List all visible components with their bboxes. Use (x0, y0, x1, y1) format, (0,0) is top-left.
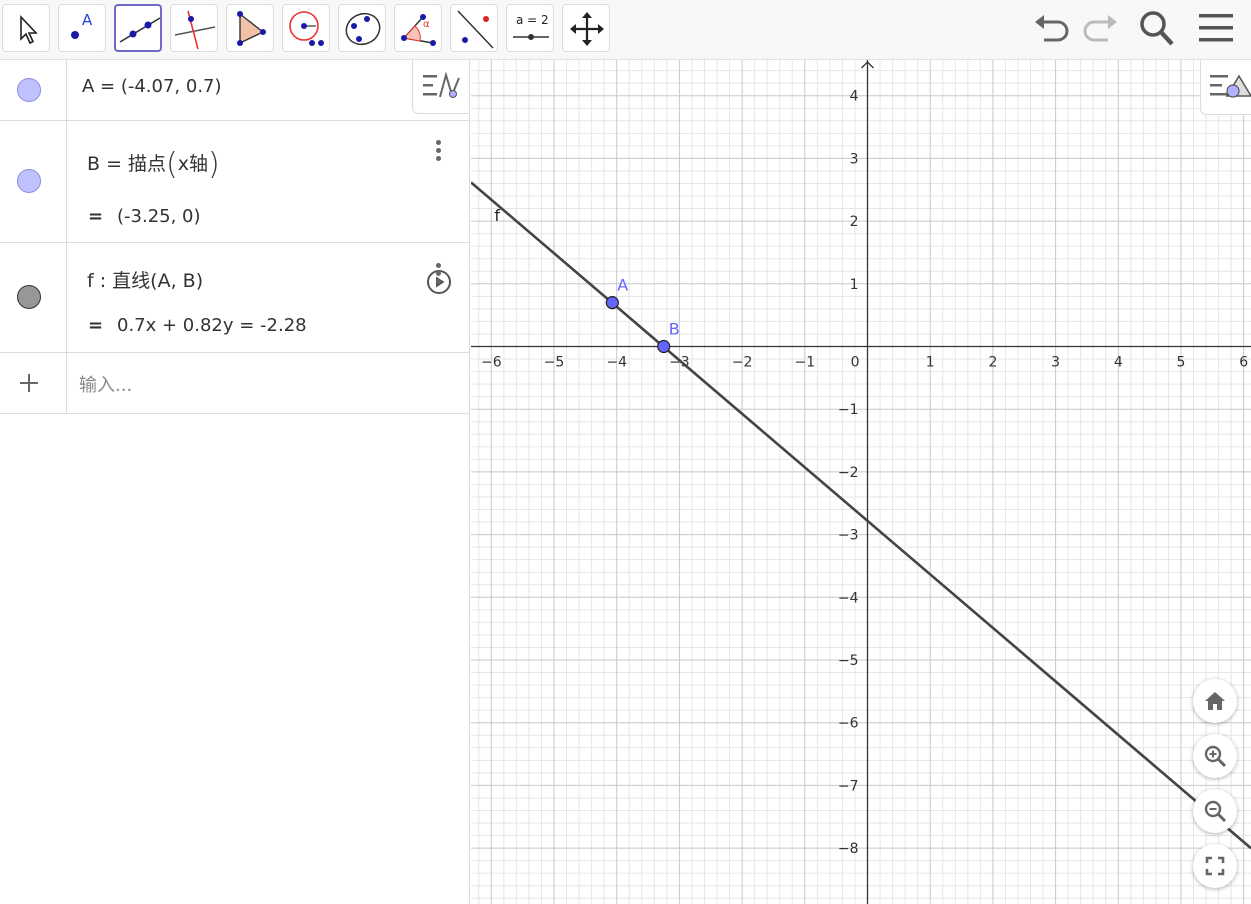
coordinate-plane[interactable]: −6 −5 −4 −3 −2 −1 0 1 2 3 4 5 64321−1−2−3−4−5−6−7−8f… (471, 60, 1251, 904)
point-a (605, 296, 619, 310)
fullscreen-button[interactable] (1193, 844, 1237, 888)
fullscreen-icon (1205, 856, 1225, 876)
algebra-description-toggle[interactable] (412, 60, 470, 114)
reflect-about-line-tool[interactable] (450, 4, 498, 52)
line-f-value: 0.7x + 0.82y = -2.28 (117, 315, 307, 336)
x-tick-label: 6 (1239, 355, 1248, 371)
more-options-icon[interactable] (428, 137, 448, 167)
perpendicular-line-tool[interactable] (170, 4, 218, 52)
style-bar-icon (1210, 74, 1251, 98)
point-b-definition-arg: x轴 (177, 153, 209, 175)
search-icon[interactable] (1136, 8, 1176, 48)
line-through-two-points-icon (119, 17, 161, 43)
y-tick-label: −3 (838, 528, 859, 544)
x-tick-label: 5 (1177, 355, 1186, 371)
point-a-definition[interactable]: A = (-4.07, 0.7) (82, 76, 222, 97)
algebra-input[interactable]: 输入... (79, 371, 132, 397)
visibility-marble[interactable] (17, 78, 41, 102)
angle-icon (401, 14, 436, 46)
point-b-value: (-3.25, 0) (117, 206, 201, 227)
line-f-value-eq: = (88, 315, 104, 336)
x-tick-label: −5 (544, 355, 565, 371)
x-tick-label: −6 (481, 355, 502, 371)
point-a-label: A (617, 276, 628, 295)
angle-tool-label: α (423, 19, 430, 30)
open-paren: ( (166, 147, 178, 182)
point-b-label: B (669, 320, 680, 339)
x-tick-label: −4 (606, 355, 627, 371)
home-button[interactable] (1193, 679, 1237, 723)
menu-icon[interactable] (1196, 8, 1236, 48)
more-options-icon[interactable] (428, 260, 448, 290)
algebra-row-line-f[interactable]: f : 直线(A, B) = 0.7x + 0.82y = -2.28 (0, 243, 469, 353)
x-tick-label: 0 (851, 355, 860, 371)
toolbar: A α a = 2 (0, 0, 1251, 60)
y-tick-label: 3 (850, 151, 859, 167)
y-tick-label: −8 (838, 841, 859, 857)
y-tick-label: −2 (838, 465, 859, 481)
cursor-arrow-icon (20, 14, 38, 45)
visibility-marble[interactable] (17, 169, 41, 193)
point-b-definition[interactable]: B = 描点(x轴) (87, 147, 220, 182)
x-tick-label: 4 (1114, 355, 1123, 371)
circle-with-center-tool[interactable] (282, 4, 330, 52)
circle-three-points-icon (345, 12, 381, 46)
y-tick-label: −1 (838, 402, 859, 418)
y-tick-label: 1 (850, 277, 859, 293)
style-bar-toggle[interactable] (1200, 60, 1251, 115)
y-tick-label: 4 (850, 89, 859, 105)
angle-tool[interactable]: α (394, 4, 442, 52)
redo-icon[interactable] (1080, 8, 1120, 48)
marble-column (0, 353, 67, 413)
algebra-description-icon (423, 72, 460, 98)
zoom-out-button[interactable] (1193, 789, 1237, 833)
perpendicular-line-icon (174, 10, 216, 50)
zoom-in-button[interactable] (1193, 734, 1237, 778)
visibility-marble[interactable] (17, 285, 41, 309)
polygon-tool[interactable] (226, 4, 274, 52)
algebra-row-point-a[interactable]: A = (-4.07, 0.7) (0, 60, 469, 121)
algebra-input-row[interactable]: 输入... (0, 353, 469, 414)
point-b-definition-prefix: B = 描点 (87, 153, 167, 175)
polygon-icon (237, 11, 266, 46)
circle-through-three-points-tool[interactable] (338, 4, 386, 52)
y-tick-label: 2 (850, 214, 859, 230)
home-icon (1205, 692, 1225, 710)
x-tick-label: 3 (1051, 355, 1060, 371)
line-f-label: f (494, 206, 500, 225)
line-tool[interactable] (114, 4, 162, 52)
marble-column (0, 121, 67, 242)
marble-column (0, 60, 67, 120)
point-b-value-eq: = (88, 206, 104, 227)
undo-icon[interactable] (1032, 8, 1072, 48)
circle-with-center-icon (289, 11, 324, 46)
close-paren: ) (208, 147, 220, 182)
x-tick-label: −1 (794, 355, 815, 371)
x-tick-label: 1 (926, 355, 935, 371)
move-tool[interactable] (2, 4, 50, 52)
zoom-in-icon (1204, 745, 1227, 768)
line-f-definition[interactable]: f : 直线(A, B) (87, 266, 203, 293)
move-arrows-icon (570, 12, 604, 46)
point-tool-label: A (82, 11, 93, 29)
x-tick-label: −2 (732, 355, 753, 371)
x-tick-label: 2 (988, 355, 997, 371)
line-f (471, 181, 1251, 850)
plus-icon[interactable] (18, 372, 40, 394)
move-graphics-view-tool[interactable] (562, 4, 610, 52)
point-tool[interactable]: A (58, 4, 106, 52)
algebra-row-point-b[interactable]: B = 描点(x轴) = (-3.25, 0) (0, 121, 469, 294)
marble-column (0, 243, 67, 352)
y-tick-label: −7 (838, 778, 859, 794)
y-tick-label: −5 (838, 653, 859, 669)
slider-icon (513, 34, 549, 40)
reflect-about-line-icon (457, 10, 494, 49)
y-tick-label: −6 (838, 716, 859, 732)
algebra-view: A = (-4.07, 0.7) B = 描点(x轴) = (-3.25, 0)… (0, 60, 470, 904)
y-tick-label: −4 (838, 590, 859, 606)
zoom-out-icon (1204, 800, 1227, 823)
slider-tool[interactable]: a = 2 (506, 4, 554, 52)
point-b (657, 339, 671, 354)
graphics-view[interactable]: −6 −5 −4 −3 −2 −1 0 1 2 3 4 5 6 4 3 2 1 −1 −2 −3 −4 −5 −6 −7 −8 f… (471, 60, 1251, 904)
